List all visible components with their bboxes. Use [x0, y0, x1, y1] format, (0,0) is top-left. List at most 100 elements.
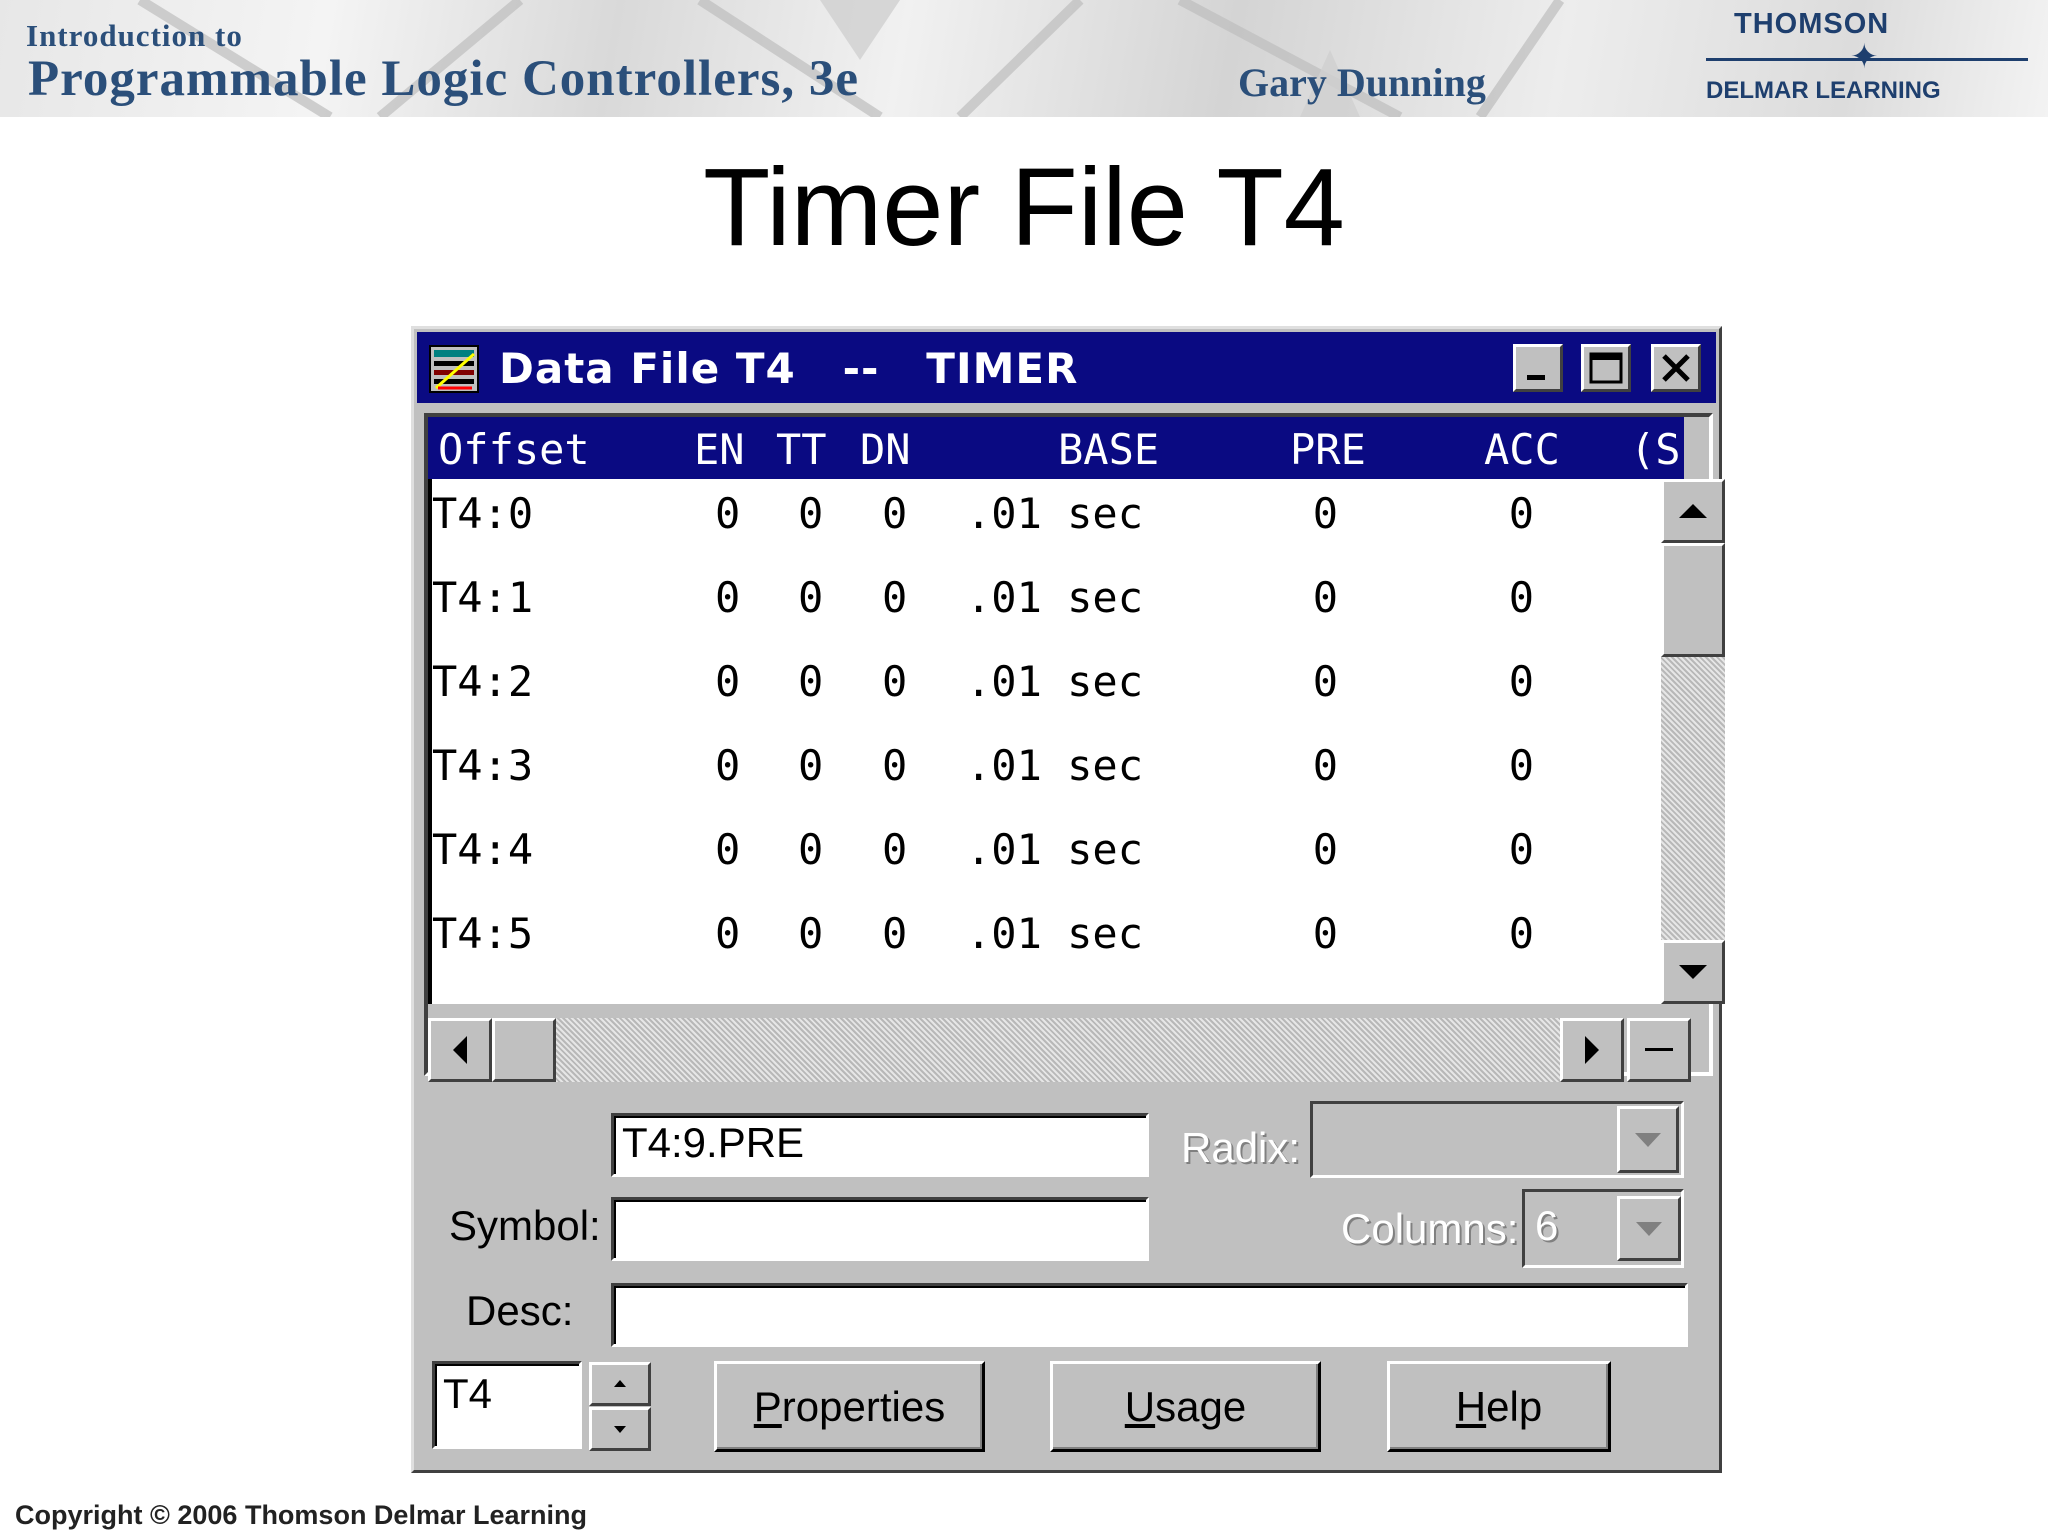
table-row[interactable]: T4:5 0 0 0 .01 sec 0 0 — [432, 899, 1661, 983]
cell-en[interactable]: 0 — [715, 741, 740, 790]
cell-dn[interactable]: 0 — [882, 909, 907, 958]
close-icon — [1662, 354, 1690, 382]
cell-dn[interactable]: 0 — [882, 657, 907, 706]
table-row[interactable]: T4:2 0 0 0 .01 sec 0 0 — [432, 647, 1661, 731]
maximize-button[interactable] — [1581, 344, 1631, 392]
column-header-base[interactable]: BASE — [1058, 425, 1159, 474]
cell-acc[interactable]: 0 — [1454, 573, 1534, 622]
vertical-scrollbar[interactable] — [1661, 479, 1725, 1004]
split-pane-button[interactable] — [1627, 1018, 1691, 1082]
table-row[interactable]: T4:0 0 0 0 .01 sec 0 0 — [432, 479, 1661, 563]
cell-dn[interactable]: 0 — [882, 741, 907, 790]
columns-dropdown-button[interactable] — [1617, 1196, 1681, 1261]
column-header-tt[interactable]: TT — [776, 425, 827, 474]
arrow-left-icon — [453, 1036, 467, 1064]
cell-offset[interactable]: T4:5 — [432, 909, 533, 958]
properties-label: roperties — [781, 1382, 946, 1430]
scroll-up-button[interactable] — [1661, 479, 1725, 543]
close-button[interactable] — [1651, 344, 1701, 392]
table-row[interactable]: T4:4 0 0 0 .01 sec 0 0 — [432, 815, 1661, 899]
data-file-window: Data File T4 -- TIMER Offset EN TT DN BA… — [411, 326, 1725, 1473]
cell-dn[interactable]: 0 — [882, 573, 907, 622]
cell-pre[interactable]: 0 — [1258, 573, 1338, 622]
cell-tt[interactable]: 0 — [798, 909, 823, 958]
file-number-down-button[interactable] — [589, 1407, 651, 1451]
column-header-s[interactable]: (S — [1630, 425, 1681, 474]
cell-base[interactable]: .01 sec — [966, 489, 1143, 538]
arrow-up-icon — [614, 1380, 626, 1387]
radix-select[interactable] — [1310, 1101, 1684, 1178]
scroll-left-button[interactable] — [428, 1018, 492, 1082]
column-header-offset[interactable]: Offset — [438, 425, 590, 474]
cell-acc[interactable]: 0 — [1454, 825, 1534, 874]
properties-button[interactable]: Properties — [714, 1361, 985, 1452]
file-number-field[interactable]: T4 — [432, 1361, 582, 1449]
cell-base[interactable]: .01 sec — [966, 741, 1143, 790]
cell-offset[interactable]: T4:2 — [432, 657, 533, 706]
minimize-button[interactable] — [1513, 344, 1563, 392]
cell-dn[interactable]: 0 — [882, 489, 907, 538]
radix-label: Radix: — [1181, 1124, 1301, 1171]
cell-offset[interactable]: T4:3 — [432, 741, 533, 790]
cell-en[interactable]: 0 — [715, 657, 740, 706]
window-titlebar[interactable]: Data File T4 -- TIMER — [417, 332, 1716, 403]
cell-pre[interactable]: 0 — [1258, 489, 1338, 538]
scroll-down-button[interactable] — [1661, 940, 1725, 1004]
column-header-en[interactable]: EN — [694, 425, 745, 474]
chevron-down-icon — [1636, 1221, 1662, 1236]
cell-acc[interactable]: 0 — [1454, 909, 1534, 958]
columns-label: Columns: — [1341, 1205, 1519, 1252]
cell-pre[interactable]: 0 — [1258, 741, 1338, 790]
columns-select[interactable]: 6 — [1522, 1189, 1684, 1268]
cell-tt[interactable]: 0 — [798, 573, 823, 622]
cell-acc[interactable]: 0 — [1454, 489, 1534, 538]
horizontal-scrollbar[interactable] — [428, 1018, 1624, 1082]
table-row[interactable]: T4:3 0 0 0 .01 sec 0 0 — [432, 731, 1661, 815]
cell-base[interactable]: .01 sec — [966, 573, 1143, 622]
symbol-field[interactable] — [611, 1197, 1149, 1261]
help-button[interactable]: Help — [1387, 1361, 1611, 1452]
cell-en[interactable]: 0 — [715, 573, 740, 622]
column-header-pre[interactable]: PRE — [1290, 425, 1366, 474]
desc-field[interactable] — [611, 1283, 1688, 1347]
cell-dn[interactable]: 0 — [882, 825, 907, 874]
cell-tt[interactable]: 0 — [798, 825, 823, 874]
cell-en[interactable]: 0 — [715, 909, 740, 958]
timer-data-grid: Offset EN TT DN BASE PRE ACC (S T4:0 0 0… — [424, 413, 1725, 1082]
cell-tt[interactable]: 0 — [798, 489, 823, 538]
file-number-up-button[interactable] — [589, 1362, 651, 1406]
help-accel: H — [1455, 1382, 1487, 1430]
cell-pre[interactable]: 0 — [1258, 657, 1338, 706]
table-row[interactable]: T4:1 0 0 0 .01 sec 0 0 — [432, 563, 1661, 647]
cell-acc[interactable]: 0 — [1454, 741, 1534, 790]
minimize-icon — [1527, 375, 1545, 380]
banner-subtitle: Introduction to — [26, 18, 243, 53]
address-field[interactable]: T4:9.PRE — [611, 1113, 1149, 1177]
radix-value — [1313, 1104, 1613, 1175]
cell-pre[interactable]: 0 — [1258, 825, 1338, 874]
scroll-right-button[interactable] — [1560, 1018, 1624, 1082]
maximize-icon — [1589, 352, 1623, 384]
cell-base[interactable]: .01 sec — [966, 657, 1143, 706]
cell-offset[interactable]: T4:0 — [432, 489, 533, 538]
cell-base[interactable]: .01 sec — [966, 825, 1143, 874]
window-title: Data File T4 -- TIMER — [499, 344, 1079, 393]
cell-tt[interactable]: 0 — [798, 741, 823, 790]
vertical-scroll-thumb[interactable] — [1661, 543, 1725, 657]
cell-offset[interactable]: T4:4 — [432, 825, 533, 874]
cell-base[interactable]: .01 sec — [966, 909, 1143, 958]
grid-header: Offset EN TT DN BASE PRE ACC (S — [428, 417, 1684, 479]
column-header-dn[interactable]: DN — [860, 425, 911, 474]
column-header-acc[interactable]: ACC — [1484, 425, 1560, 474]
radix-dropdown-button[interactable] — [1617, 1106, 1679, 1173]
cell-en[interactable]: 0 — [715, 825, 740, 874]
cell-pre[interactable]: 0 — [1258, 909, 1338, 958]
cell-offset[interactable]: T4:1 — [432, 573, 533, 622]
cell-en[interactable]: 0 — [715, 489, 740, 538]
horizontal-scroll-thumb[interactable] — [492, 1018, 556, 1082]
banner-author: Gary Dunning — [1238, 60, 1486, 105]
data-file-icon — [428, 342, 482, 396]
cell-tt[interactable]: 0 — [798, 657, 823, 706]
cell-acc[interactable]: 0 — [1454, 657, 1534, 706]
usage-button[interactable]: Usage — [1050, 1361, 1321, 1452]
